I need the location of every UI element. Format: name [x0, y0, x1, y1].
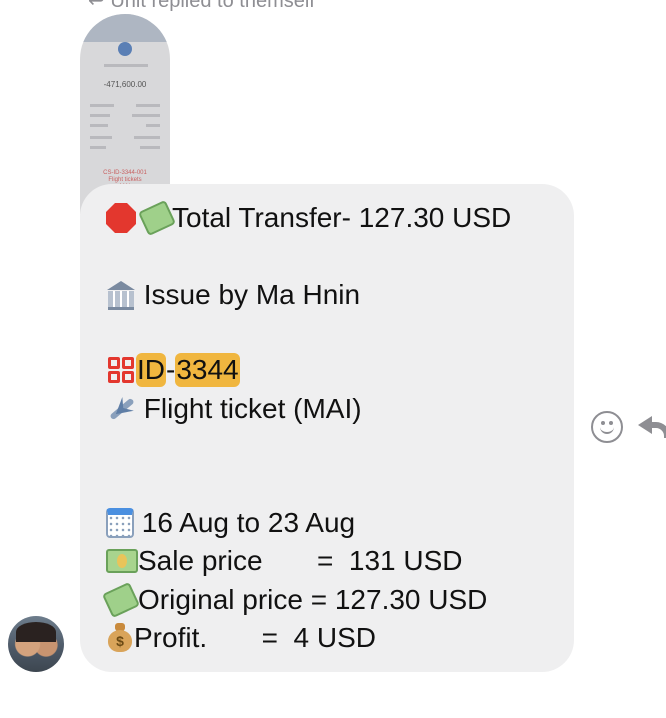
- total-transfer-text: Total Transfer- 127.30 USD: [172, 202, 512, 233]
- thumbnail-line: [136, 104, 160, 107]
- reply-arrow-icon[interactable]: [638, 414, 666, 440]
- message-line-id: ID -3344: [106, 353, 240, 387]
- message-line-flight: Flight ticket (MAI): [106, 392, 362, 426]
- sale-price-text: Sale price = 131 USD: [138, 545, 463, 576]
- airplane-icon: [106, 394, 136, 424]
- message-line-issuer: Issue by Ma Hnin: [106, 278, 360, 312]
- thumbnail-line: [90, 114, 110, 117]
- calendar-icon: [106, 508, 134, 538]
- thumbnail-line: [134, 136, 160, 139]
- message-line-original-price: Original price = 127.30 USD: [101, 581, 488, 619]
- bank-icon: [106, 281, 136, 310]
- message-line-dates: 16 Aug to 23 Aug: [106, 506, 355, 540]
- profit-text: Profit. = 4 USD: [134, 622, 376, 653]
- stop-sign-icon: [106, 203, 136, 233]
- thumbnail-line: [132, 114, 160, 117]
- message-line-sale-price: Sale price = 131 USD: [106, 544, 463, 578]
- thumbnail-line: [90, 104, 114, 107]
- thumbnail-ref: Flight tickets: [108, 177, 142, 183]
- money-with-wings-icon: [101, 581, 141, 619]
- thumbnail-line: [140, 146, 160, 149]
- issuer-text: Issue by Ma Hnin: [136, 279, 361, 310]
- thumbnail-line: [90, 124, 108, 127]
- message-line-total: Total Transfer- 127.30 USD: [106, 199, 512, 237]
- money-bag-icon: [106, 623, 134, 653]
- dates-text: 16 Aug to 23 Aug: [134, 507, 356, 538]
- thumbnail-line: [104, 64, 148, 67]
- original-price-text: Original price = 127.30 USD: [138, 584, 488, 615]
- flight-text: Flight ticket (MAI): [136, 393, 362, 424]
- thumbnail-line: [146, 124, 160, 127]
- dollar-banknote-icon: [106, 549, 138, 573]
- id-prefix-highlight: ID: [136, 353, 166, 387]
- thumbnail-header: [80, 14, 170, 42]
- message-line-profit: Profit. = 4 USD: [106, 621, 376, 655]
- id-number-highlight: 3344: [175, 353, 240, 387]
- anger-symbol-icon: [106, 355, 136, 385]
- check-icon: [118, 42, 132, 56]
- thumbnail-line: [90, 146, 106, 149]
- thumbnail-line: [90, 136, 112, 139]
- thumbnail-ref: CS-ID-3344-001: [103, 170, 147, 176]
- id-dash: -: [166, 354, 176, 385]
- react-emoji-button[interactable]: [591, 411, 623, 443]
- sender-avatar[interactable]: [8, 616, 64, 672]
- reply-header: ↩ Unit replied to themself: [88, 0, 315, 12]
- money-with-wings-icon: [137, 199, 177, 237]
- thumbnail-amount: -471,600.00: [103, 80, 147, 89]
